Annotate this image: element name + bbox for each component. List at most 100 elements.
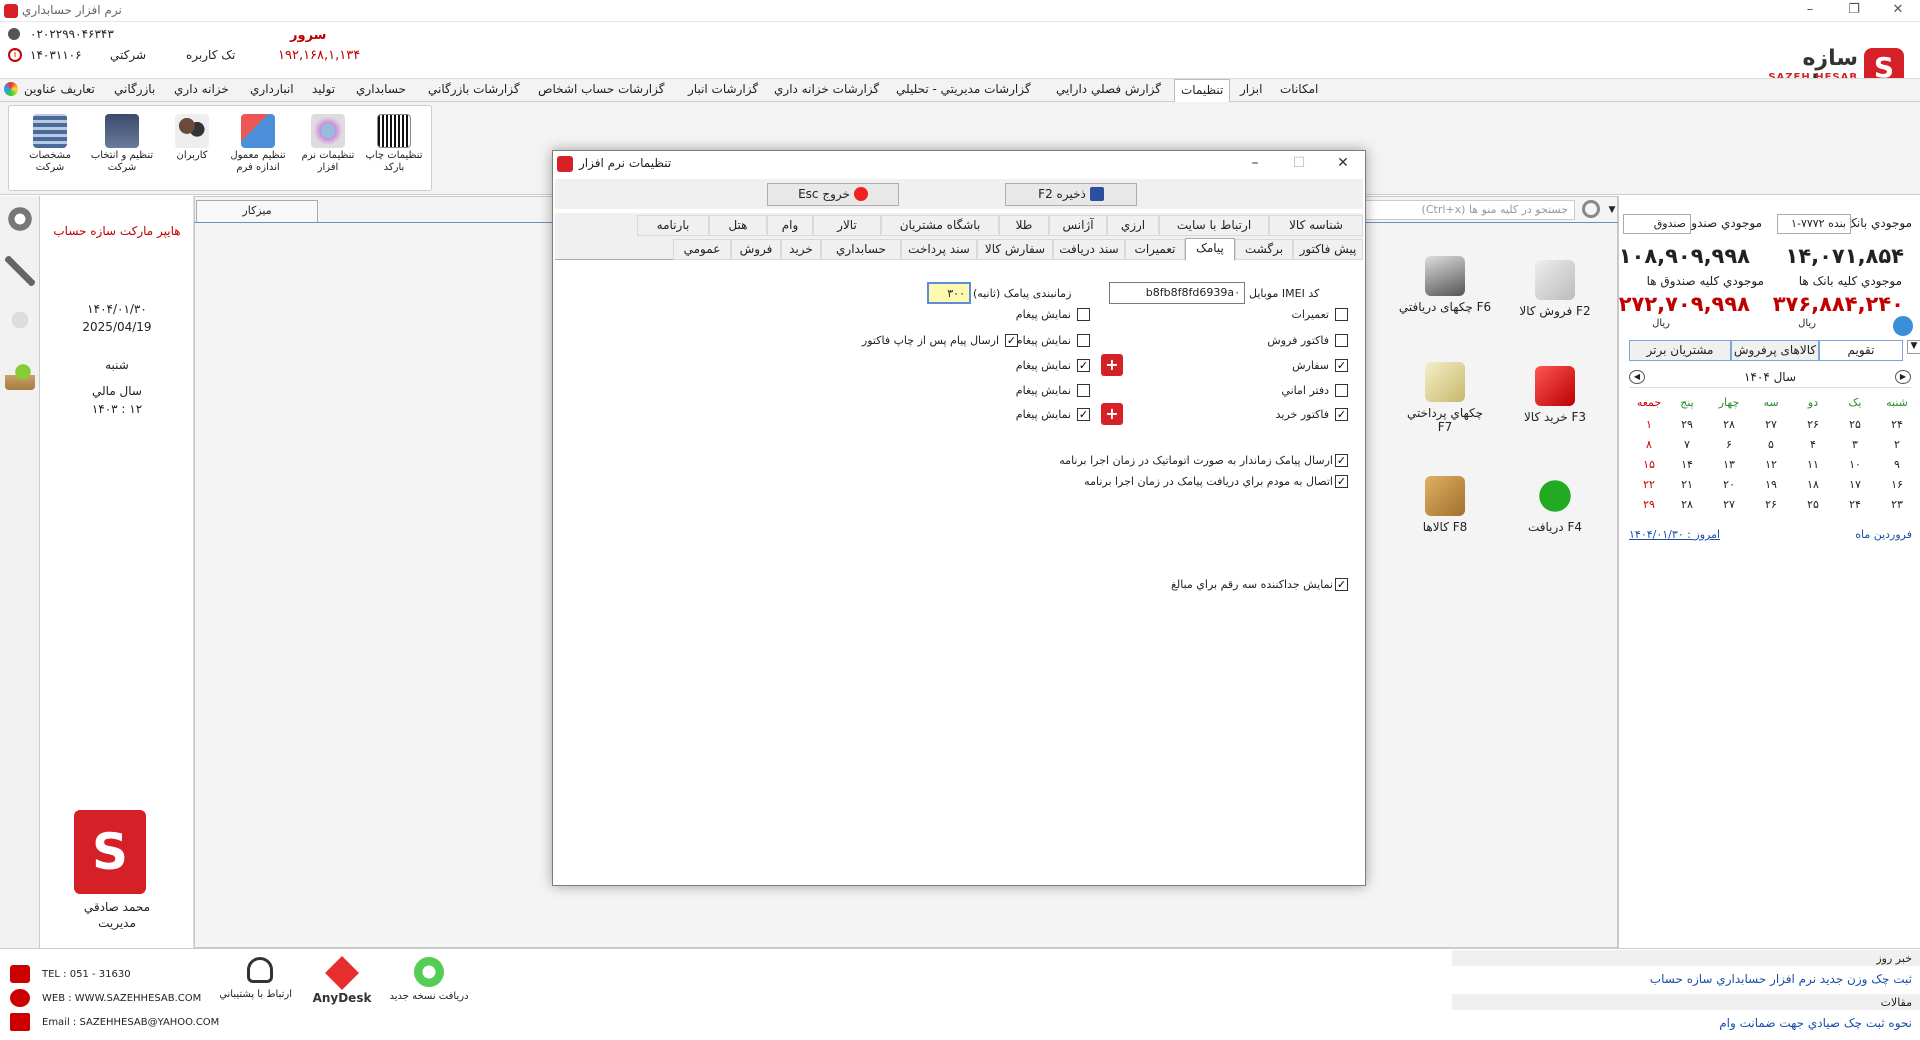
tab-0-row2[interactable]: پیش فاکتور: [1293, 239, 1363, 260]
tab-desk[interactable]: ميزکار: [196, 200, 318, 222]
tab-calendar[interactable]: تقويم: [1819, 340, 1903, 361]
menu-tools[interactable]: ابزار: [1240, 82, 1262, 96]
chevron-down-icon[interactable]: ▼: [1606, 200, 1618, 220]
calendar-day[interactable]: ۸: [1629, 438, 1669, 451]
articles-text[interactable]: نحوه ثبت چک صيادي جهت ضمانت وام: [1719, 1016, 1912, 1030]
support-button[interactable]: ارتباط با پشتيباني: [219, 957, 292, 1000]
shortcut-sales[interactable]: F2 فروش کالا: [1500, 260, 1610, 318]
tab-1-row1[interactable]: ارتباط با سايت: [1159, 215, 1269, 236]
calendar-day[interactable]: ۲۴: [1877, 418, 1917, 431]
news-text[interactable]: ثبت چک وزن جديد نرم افزار حسابداري سازه …: [1650, 972, 1912, 986]
menu-commerce[interactable]: بازرگاني: [114, 82, 155, 96]
tab-2-row2[interactable]: پیامک: [1185, 238, 1235, 261]
close-window-button[interactable]: ✕: [1876, 0, 1920, 22]
save-button[interactable]: ذخيره F2: [1005, 183, 1137, 206]
tab-5-row2[interactable]: سفارش کالا: [977, 239, 1053, 260]
menu-accounts-reports[interactable]: گزارشات حساب اشخاص: [538, 82, 664, 96]
lightbulb-icon[interactable]: [5, 308, 35, 338]
modem-checkbox[interactable]: ✓: [1335, 475, 1348, 488]
shortcut-goods[interactable]: F8 کالاها: [1390, 476, 1500, 534]
calendar-day[interactable]: ۱: [1629, 418, 1669, 431]
tab-9-row1[interactable]: بارنامه: [637, 215, 709, 236]
calendar-day[interactable]: ۱۹: [1751, 478, 1791, 491]
next-year-button[interactable]: ▶: [1895, 370, 1911, 384]
show-message-checkbox[interactable]: [1077, 334, 1090, 347]
calendar-day[interactable]: ۱۴: [1667, 458, 1707, 471]
calendar-day[interactable]: ۲۵: [1793, 498, 1833, 511]
imei-input[interactable]: b8fb8f8fd6939a۰: [1109, 282, 1245, 304]
menu-treasury-reports[interactable]: گزارشات خزانه داري: [774, 82, 879, 96]
barcode-print-settings-button[interactable]: تنظیمات چاپ بارکد: [361, 110, 427, 188]
search-settings-icon[interactable]: [1582, 200, 1600, 218]
menu-warehouse-reports[interactable]: گزارشات انبار: [688, 82, 758, 96]
menu-features[interactable]: امکانات: [1280, 82, 1318, 96]
add-template-button[interactable]: +: [1101, 403, 1123, 425]
calendar-day[interactable]: ۱۵: [1629, 458, 1669, 471]
footer-web[interactable]: WEB : WWW.SAZEHHESAB.COM: [42, 993, 201, 1004]
menu-management-reports[interactable]: گزارشات مديريتي - تحليلي: [896, 82, 1031, 96]
tab-2-row1[interactable]: ارزي: [1107, 215, 1159, 236]
shortcut-purchase[interactable]: F3 خريد کالا: [1500, 366, 1610, 424]
footer-email[interactable]: Email : SAZEHHESAB@YAHOO.COM: [42, 1017, 219, 1028]
sms-option-checkbox[interactable]: [1335, 384, 1348, 397]
money-icon[interactable]: [5, 360, 35, 390]
menu-settings[interactable]: تنظیمات: [1174, 79, 1231, 103]
exit-button[interactable]: خروج Esc: [767, 183, 899, 206]
users-button[interactable]: کاربران: [159, 110, 225, 188]
tab-bestsellers[interactable]: کالاهای پرفروش: [1731, 340, 1819, 361]
show-message-checkbox[interactable]: [1077, 384, 1090, 397]
tab-3-row2[interactable]: تعميرات: [1125, 239, 1185, 260]
tab-6-row1[interactable]: تالار: [813, 215, 881, 236]
tab-3-row1[interactable]: آژانس: [1049, 215, 1107, 236]
dialog-minimize-button[interactable]: –: [1233, 151, 1277, 177]
calendar-day[interactable]: ۲۲: [1629, 478, 1669, 491]
anydesk-button[interactable]: AnyDesk: [312, 956, 372, 1005]
add-template-button[interactable]: +: [1101, 354, 1123, 376]
calendar-day[interactable]: ۲۹: [1667, 418, 1707, 431]
tab-8-row1[interactable]: هتل: [709, 215, 767, 236]
menu-warehousing[interactable]: انبارداري: [250, 82, 294, 96]
panel-dropdown[interactable]: ▼: [1907, 340, 1920, 354]
calendar-day[interactable]: ۳: [1835, 438, 1875, 451]
calendar-day[interactable]: ۶: [1709, 438, 1749, 451]
calendar-day[interactable]: ۲: [1877, 438, 1917, 451]
shortcut-receive[interactable]: F4 دريافت: [1500, 476, 1610, 534]
tab-9-row2[interactable]: فروش: [731, 239, 781, 260]
dialog-close-button[interactable]: ✕: [1321, 151, 1365, 177]
show-message-checkbox[interactable]: [1077, 308, 1090, 321]
calendar-day[interactable]: ۲۷: [1709, 498, 1749, 511]
tab-7-row1[interactable]: وام: [767, 215, 813, 236]
separator-checkbox[interactable]: ✓: [1335, 578, 1348, 591]
calendar-day[interactable]: ۲۸: [1667, 498, 1707, 511]
form-size-button[interactable]: تنظیم معمول اندازه فرم: [225, 110, 291, 188]
tab-4-row2[interactable]: سند دريافت: [1053, 239, 1125, 260]
tab-top-customers[interactable]: مشتريان برتر: [1629, 340, 1731, 361]
menu-search-input[interactable]: جستجو در کليه منو ها (Ctrl+x): [1365, 200, 1575, 220]
update-button[interactable]: دريافت نسخه جديد: [386, 957, 472, 1002]
calendar-day[interactable]: ۲۶: [1751, 498, 1791, 511]
sms-option-checkbox[interactable]: [1335, 334, 1348, 347]
shortcut-received-checks[interactable]: F6 چکهای دريافتي: [1390, 256, 1500, 314]
show-message-checkbox[interactable]: ✓: [1077, 408, 1090, 421]
dialog-maximize-button[interactable]: ☐: [1277, 151, 1321, 177]
schedule-input[interactable]: ۳۰۰: [927, 282, 971, 304]
calendar-day[interactable]: ۱۳: [1709, 458, 1749, 471]
auto-sms-checkbox[interactable]: ✓: [1335, 454, 1348, 467]
restore-button[interactable]: ❐: [1832, 0, 1876, 22]
bank-select[interactable]: بنده ۷۷۷۲-۱: [1777, 214, 1851, 234]
color-theme-icon[interactable]: [4, 82, 18, 96]
refresh-icon[interactable]: [1893, 316, 1913, 336]
calendar-day[interactable]: ۱۰: [1835, 458, 1875, 471]
minimize-button[interactable]: –: [1788, 0, 1832, 22]
calendar-day[interactable]: ۲۰: [1709, 478, 1749, 491]
calendar-day[interactable]: ۲۴: [1835, 498, 1875, 511]
tab-5-row1[interactable]: باشگاه مشتريان: [881, 215, 999, 236]
tab-4-row1[interactable]: طلا: [999, 215, 1049, 236]
menu-asset-report[interactable]: گزارش فصلي دارايي: [1056, 82, 1161, 96]
calendar-day[interactable]: ۲۹: [1629, 498, 1669, 511]
calendar-day[interactable]: ۲۱: [1667, 478, 1707, 491]
sms-option-checkbox[interactable]: ✓: [1335, 359, 1348, 372]
tab-6-row2[interactable]: سند پرداخت: [901, 239, 977, 260]
tab-0-row1[interactable]: شناسه کالا: [1269, 215, 1363, 236]
shortcut-paid-checks[interactable]: چکهاي پرداختي F7: [1390, 362, 1500, 434]
